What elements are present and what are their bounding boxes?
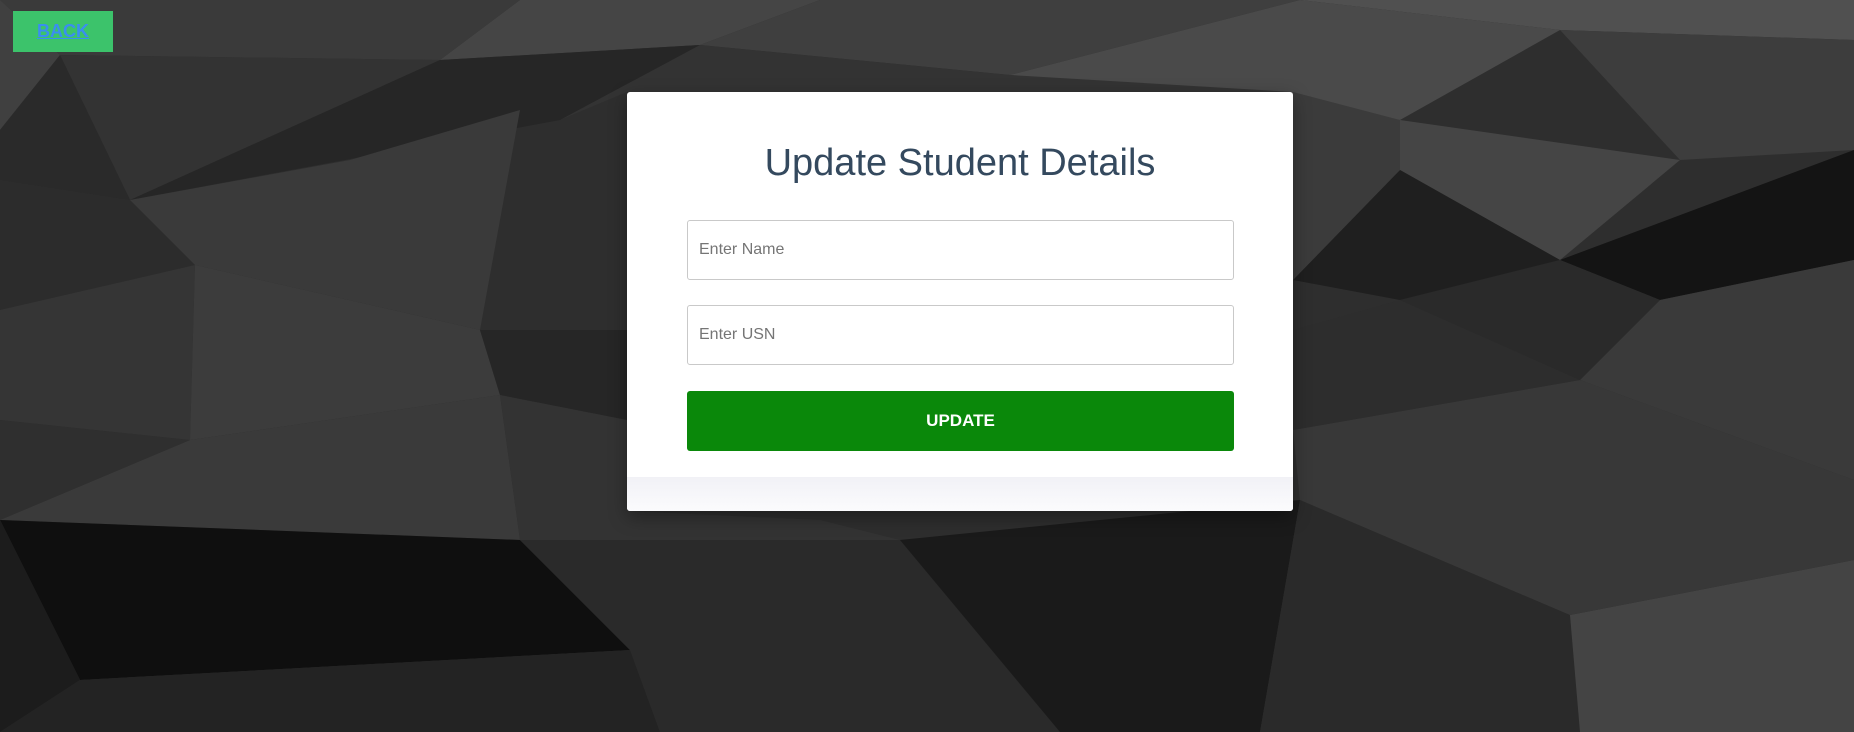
usn-input[interactable] bbox=[687, 305, 1234, 365]
back-button[interactable]: BACK bbox=[13, 11, 113, 52]
card-footer bbox=[627, 477, 1293, 511]
back-link[interactable]: BACK bbox=[37, 21, 89, 42]
update-student-card: Update Student Details UPDATE bbox=[627, 92, 1293, 511]
name-input[interactable] bbox=[687, 220, 1234, 280]
page-title: Update Student Details bbox=[764, 142, 1156, 184]
update-button[interactable]: UPDATE bbox=[687, 391, 1234, 451]
